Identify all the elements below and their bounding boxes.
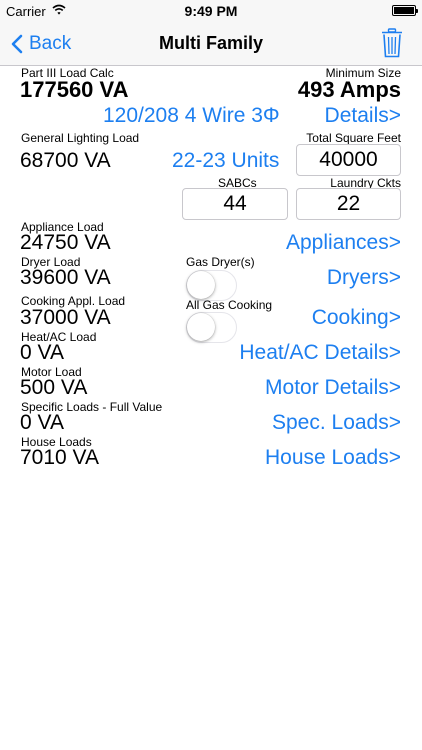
toggle-knob (187, 313, 215, 341)
toggle-knob (187, 271, 215, 299)
motor-load-value: 500 VA (20, 376, 88, 399)
lighting-value: 68700 VA (20, 149, 111, 172)
details-link[interactable]: Details> (325, 104, 401, 128)
house-loads-value: 7010 VA (20, 446, 100, 469)
cooking-load-value: 37000 VA (20, 306, 111, 329)
heat-ac-details-link[interactable]: Heat/AC Details> (239, 341, 401, 365)
clock: 9:49 PM (184, 3, 238, 19)
battery-icon (392, 5, 418, 16)
appliances-link[interactable]: Appliances> (286, 231, 401, 255)
units-link[interactable]: 22-23 Units (172, 149, 279, 173)
service-type-link[interactable]: 120/208 4 Wire 3Φ (103, 104, 280, 128)
spec-loads-link[interactable]: Spec. Loads> (272, 411, 401, 435)
lighting-label: General Lighting Load (21, 131, 140, 145)
cooking-link[interactable]: Cooking> (312, 306, 401, 330)
motor-details-link[interactable]: Motor Details> (265, 376, 401, 400)
navigation-bar: Back Multi Family (0, 22, 422, 66)
calc-value: 177560 VA (20, 77, 129, 102)
dryers-link[interactable]: Dryers> (327, 266, 401, 290)
heat-ac-load-value: 0 VA (20, 341, 64, 364)
gas-cooking-label: All Gas Cooking (186, 298, 273, 312)
trash-icon[interactable] (381, 28, 403, 58)
sqft-field[interactable]: 40000 (296, 144, 401, 176)
appliance-load-value: 24750 VA (20, 231, 111, 254)
status-bar: Carrier 9:49 PM (0, 0, 422, 22)
dryer-load-value: 39600 VA (20, 266, 111, 289)
sqft-label: Total Square Feet (306, 131, 401, 145)
sabcs-field[interactable]: 44 (182, 188, 288, 220)
gas-dryer-toggle[interactable] (186, 270, 237, 301)
gas-cooking-toggle[interactable] (186, 312, 237, 343)
min-size-value: 493 Amps (297, 77, 401, 102)
gas-dryer-label: Gas Dryer(s) (186, 255, 255, 269)
house-loads-link[interactable]: House Loads> (265, 446, 401, 470)
page-title: Multi Family (158, 33, 263, 53)
laundry-field[interactable]: 22 (296, 188, 401, 220)
specific-loads-value: 0 VA (20, 411, 64, 434)
